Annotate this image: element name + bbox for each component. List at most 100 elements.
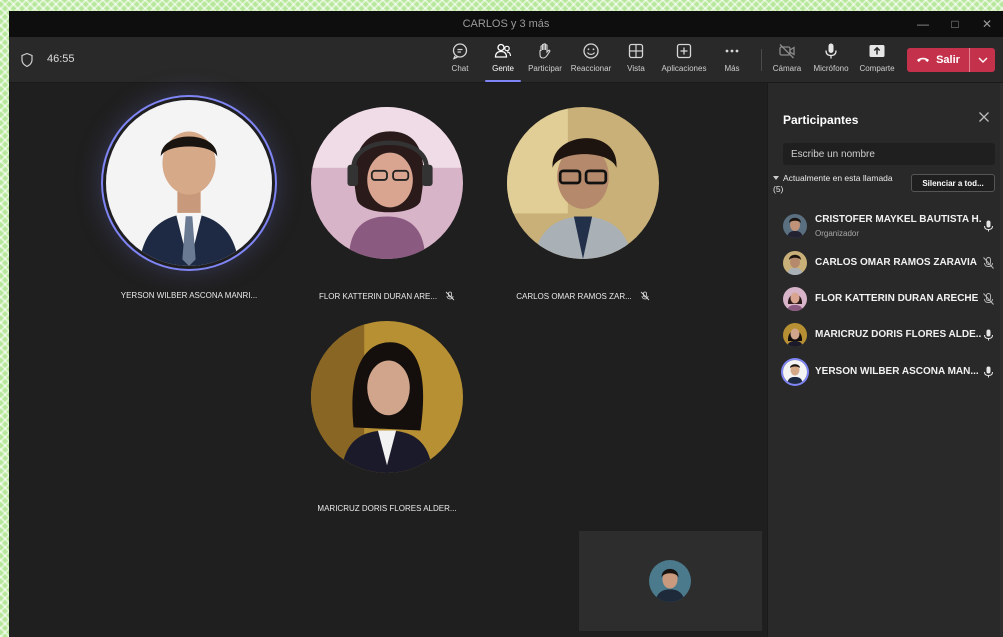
section-count: (5) (773, 184, 784, 194)
chat-button[interactable]: Chat (450, 42, 470, 80)
active-tab-indicator (485, 80, 521, 82)
view-label: Vista (627, 64, 645, 73)
people-button[interactable]: Gente (490, 42, 516, 80)
plus-square-icon (676, 43, 692, 59)
participant-name: YERSON WILBER ASCONA MAN... (815, 366, 979, 377)
close-panel-button[interactable] (977, 111, 991, 125)
tile-name-row: FLOR KATTERIN DURAN ARE... (292, 291, 482, 301)
tile-name-row: YERSON WILBER ASCONA MANRI... (94, 291, 284, 300)
share-label: Comparte (859, 64, 895, 73)
grid-icon (628, 43, 644, 59)
mic-off-icon (983, 257, 994, 269)
portrait-man-glasses (507, 107, 659, 259)
window-controls: — □ ✕ (907, 11, 1003, 37)
participant-avatar (783, 214, 807, 238)
camera-button[interactable]: Cámara (771, 42, 803, 80)
mute-all-button[interactable]: Silenciar a tod... (911, 174, 995, 192)
meeting-toolbar: 46:55 Chat Gente Participar Reaccionar V… (9, 37, 1003, 83)
mute-all-label: Silenciar a tod... (922, 178, 984, 188)
mic-off-icon (983, 293, 994, 305)
participant-row[interactable]: CARLOS OMAR RAMOS ZARAVIA (768, 247, 1003, 279)
camera-label: Cámara (772, 64, 802, 73)
participant-avatar-carlos[interactable] (507, 107, 659, 259)
smile-icon (583, 43, 599, 59)
mic-button[interactable]: Micrófono (811, 42, 851, 80)
raise-hand-button[interactable]: Participar (525, 42, 565, 80)
people-label: Gente (492, 64, 514, 73)
leave-label: Salir (936, 54, 960, 66)
leave-button-group: Salir (907, 48, 995, 72)
mic-label: Micrófono (813, 64, 849, 73)
maximize-button[interactable]: □ (939, 11, 971, 37)
participant-avatar (783, 323, 807, 347)
phone-hangup-icon (917, 57, 930, 62)
shield-icon[interactable] (19, 52, 35, 68)
meeting-timer: 46:55 (47, 53, 75, 65)
apps-label: Aplicaciones (661, 64, 707, 73)
share-icon (869, 45, 885, 57)
leave-button[interactable]: Salir (907, 48, 969, 72)
tile-name: CARLOS OMAR RAMOS ZAR... (516, 291, 632, 301)
collapse-triangle-icon (773, 176, 779, 180)
tile-name-row: CARLOS OMAR RAMOS ZAR... (488, 291, 678, 301)
mic-off-icon (640, 291, 650, 301)
section-label: Actualmente en esta llamada (783, 173, 893, 183)
mic-icon (984, 329, 993, 341)
react-label: Reaccionar (570, 64, 612, 73)
participant-row[interactable]: MARICRUZ DORIS FLORES ALDE... (768, 319, 1003, 351)
raise-hand-icon (539, 43, 551, 59)
portrait-man-suit (106, 100, 272, 266)
participant-name: MARICRUZ DORIS FLORES ALDE... (815, 329, 981, 340)
more-label: Más (724, 64, 740, 73)
participant-row[interactable]: FLOR KATTERIN DURAN ARECHE (768, 283, 1003, 315)
participant-avatar (783, 287, 807, 311)
title-bar: CARLOS y 3 más — □ ✕ (9, 11, 1003, 37)
view-button[interactable]: Vista (625, 42, 647, 80)
chat-icon (452, 43, 468, 60)
window-title: CARLOS y 3 más (462, 18, 550, 30)
participant-name: CRISTOFER MAYKEL BAUTISTA H... (815, 214, 981, 225)
portrait-self (649, 560, 691, 602)
mic-off-icon (445, 291, 455, 301)
participant-row[interactable]: CRISTOFER MAYKEL BAUTISTA H... Organizad… (768, 210, 1003, 242)
self-view-tile[interactable] (579, 531, 762, 631)
close-window-button[interactable]: ✕ (971, 11, 1003, 37)
in-call-section-header[interactable]: Actualmente en esta llamada (5) (773, 173, 913, 195)
chat-label: Chat (451, 64, 469, 73)
close-icon (979, 112, 989, 122)
participant-avatar-maricruz[interactable] (311, 321, 463, 473)
participant-avatar-flor[interactable] (311, 107, 463, 259)
tile-name: MARICRUZ DORIS FLORES ALDER... (317, 504, 457, 513)
minimize-button[interactable]: — (907, 11, 939, 37)
raise-hand-label: Participar (528, 64, 562, 73)
tile-name: FLOR KATTERIN DURAN ARE... (318, 291, 438, 301)
portrait-woman-suit (311, 321, 463, 473)
participant-row[interactable]: YERSON WILBER ASCONA MAN... (768, 356, 1003, 388)
react-button[interactable]: Reaccionar (569, 42, 613, 80)
participant-name: FLOR KATTERIN DURAN ARECHE (815, 293, 979, 304)
mic-icon (984, 366, 993, 378)
tile-name-row: MARICRUZ DORIS FLORES ALDER... (292, 504, 482, 513)
tile-name: YERSON WILBER ASCONA MANRI... (120, 291, 258, 300)
people-icon (494, 43, 512, 58)
mic-icon (984, 220, 993, 232)
more-button[interactable]: Más (722, 42, 742, 80)
video-stage: YERSON WILBER ASCONA MANRI... FLOR KATTE… (9, 83, 767, 637)
share-button[interactable]: Comparte (857, 42, 897, 80)
participant-search-input[interactable] (783, 143, 995, 165)
participant-avatar (783, 251, 807, 275)
teams-meeting-window: CARLOS y 3 más — □ ✕ 46:55 Chat Gente Pa… (9, 11, 1003, 637)
panel-title: Participantes (783, 113, 859, 127)
participant-role: Organizador (815, 229, 860, 238)
chevron-down-icon (978, 57, 987, 63)
participant-avatar-yerson[interactable] (106, 100, 272, 266)
self-avatar (649, 560, 691, 602)
apps-button[interactable]: Aplicaciones (660, 42, 708, 80)
participant-name: CARLOS OMAR RAMOS ZARAVIA (815, 257, 978, 268)
participant-avatar (783, 360, 807, 384)
toolbar-separator (761, 49, 762, 71)
more-icon (725, 49, 739, 53)
mic-icon (825, 43, 837, 59)
portrait-woman-headset (311, 107, 463, 259)
leave-options-button[interactable] (970, 48, 995, 72)
